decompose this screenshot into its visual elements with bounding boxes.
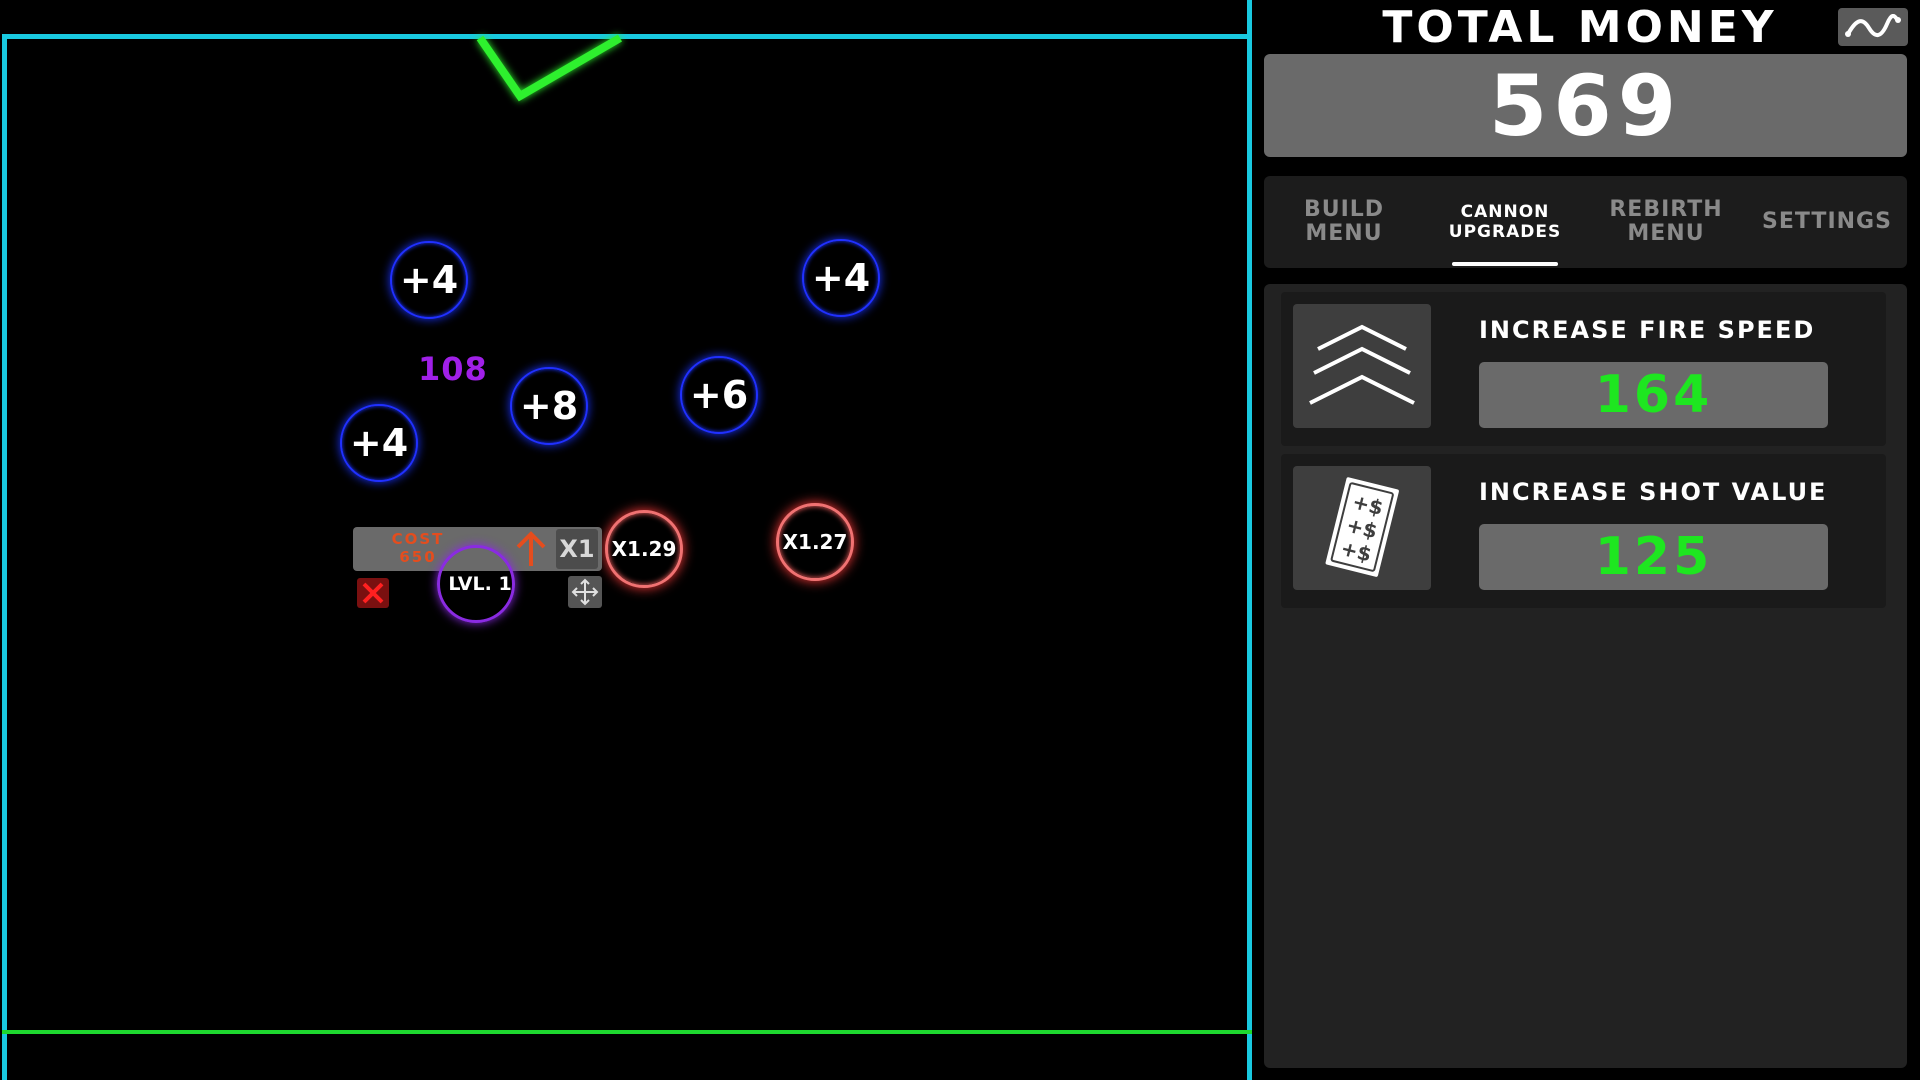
menu-tabs: BUILD MENU CANNON UPGRADES REBIRTH MENU SET… [1264, 176, 1907, 268]
game-area[interactable]: +4 +4 +8 +6 +4 108 X1.29 X1.27 COST 650 … [0, 0, 1252, 1080]
delete-cannon-button[interactable] [357, 578, 389, 608]
buy-amount-button[interactable]: X1 [556, 529, 598, 569]
triple-chevron-up-icon [1293, 304, 1431, 428]
green-bumper-shape [476, 34, 623, 102]
tab-label: MENU [1627, 221, 1705, 246]
cannon-upgrade-button[interactable] [511, 529, 551, 569]
money-cards-icon: +$ +$ +$ [1293, 466, 1431, 590]
multiplier-peg: X1.29 [605, 510, 683, 588]
arrow-up-icon [516, 531, 546, 566]
upgrade-title: INCREASE SHOT VALUE [1479, 478, 1828, 506]
active-tab-indicator [1452, 262, 1558, 266]
tab-label: REBIRTH [1609, 197, 1723, 222]
peg: +4 [802, 239, 880, 317]
upgrade-price-button[interactable]: 125 [1479, 524, 1828, 590]
close-icon [362, 582, 384, 604]
peg: +4 [390, 241, 468, 319]
tab-rebirth-menu[interactable]: REBIRTH MENU [1586, 176, 1746, 268]
tab-label: SETTINGS [1762, 209, 1892, 234]
multiplier-peg: X1.27 [776, 503, 854, 581]
stats-graph-icon [1845, 14, 1901, 37]
upgrade-price-button[interactable]: 164 [1479, 362, 1828, 428]
tab-build-menu[interactable]: BUILD MENU [1264, 176, 1424, 268]
total-money-value: 569 [1264, 54, 1907, 157]
tab-label: UPGRADES [1448, 222, 1562, 242]
upgrade-card-shot-value[interactable]: +$ +$ +$ INCREASE SHOT VALUE 125 [1281, 454, 1886, 608]
tab-settings[interactable]: SETTINGS [1747, 176, 1907, 268]
upgrade-card-fire-speed[interactable]: INCREASE FIRE SPEED 164 [1281, 292, 1886, 446]
left-wall [2, 34, 7, 1080]
move-cannon-button[interactable] [568, 576, 602, 608]
peg: +4 [340, 404, 418, 482]
cannon-level-label: LVL. 1 [448, 573, 512, 595]
peg: +8 [510, 367, 588, 445]
peg: +6 [680, 356, 758, 434]
floating-value: 108 [418, 350, 488, 388]
tab-label: MENU [1305, 221, 1383, 246]
tab-label: CANNON [1460, 202, 1550, 222]
tab-cannon-upgrades[interactable]: CANNON UPGRADES [1425, 176, 1585, 268]
total-money-title: TOTAL MONEY [1382, 2, 1778, 53]
cost-text: COST [391, 530, 445, 548]
move-arrows-icon [571, 578, 599, 606]
tab-label: BUILD [1303, 197, 1385, 222]
floor-line [2, 1030, 1252, 1034]
upgrade-title: INCREASE FIRE SPEED [1479, 316, 1816, 344]
stats-graph-button[interactable] [1838, 8, 1908, 46]
